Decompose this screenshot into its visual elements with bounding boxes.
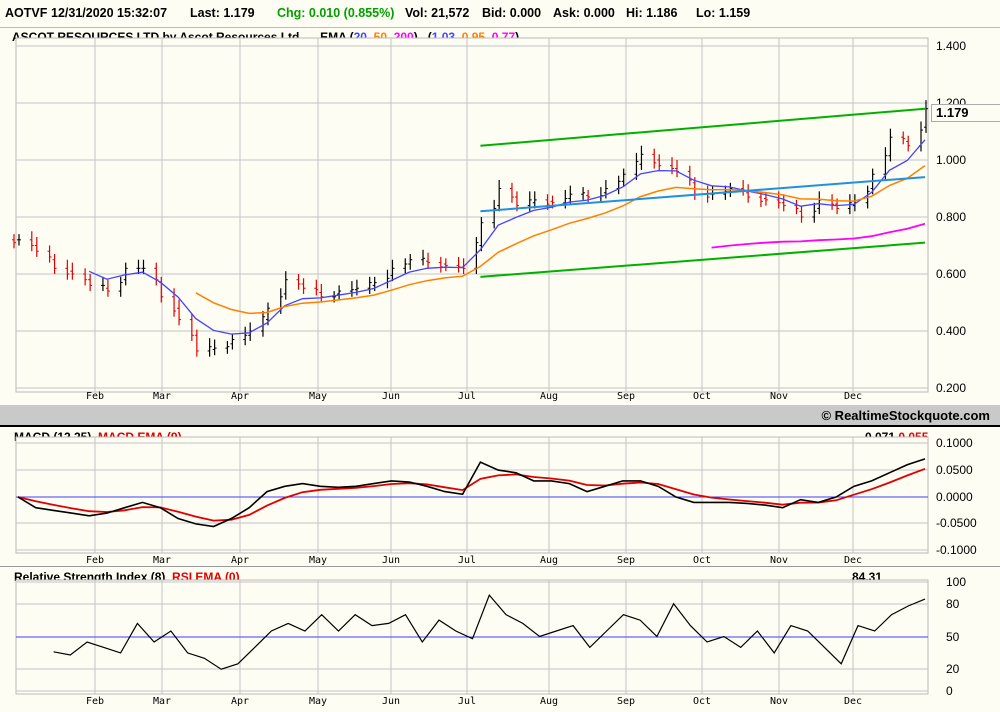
month-label: Mar	[153, 391, 171, 402]
y-tick-label: 50	[946, 630, 960, 644]
y-tick-label: 1.400	[936, 39, 966, 53]
month-label: Feb	[86, 696, 104, 707]
month-label: May	[309, 391, 327, 402]
month-label: Mar	[153, 555, 171, 566]
month-label: Jul	[458, 391, 476, 402]
month-label: Jun	[382, 555, 400, 566]
y-tick-label: 0.800	[936, 210, 966, 224]
y-tick-label: -0.1000	[936, 543, 977, 557]
month-label: Nov	[770, 391, 788, 402]
month-label: Sep	[617, 555, 635, 566]
month-label: Feb	[86, 391, 104, 402]
y-tick-label: 0.600	[936, 267, 966, 281]
month-label: Aug	[540, 696, 558, 707]
month-label: Dec	[844, 555, 862, 566]
month-label: Aug	[540, 555, 558, 566]
plot-area	[15, 37, 929, 393]
y-tick-label: 0	[946, 684, 953, 698]
month-label: Feb	[86, 555, 104, 566]
month-label: Jul	[458, 696, 476, 707]
month-label: Sep	[617, 696, 635, 707]
y-tick-label: 0.1000	[936, 436, 973, 450]
month-label: Jun	[382, 391, 400, 402]
y-tick-label: 0.400	[936, 324, 966, 338]
month-label: Dec	[844, 696, 862, 707]
month-label: Nov	[770, 555, 788, 566]
month-label: May	[309, 696, 327, 707]
month-label: Mar	[153, 696, 171, 707]
month-label: Oct	[693, 555, 711, 566]
month-label: Oct	[693, 696, 711, 707]
y-tick-label: 1.000	[936, 153, 966, 167]
month-label: Jun	[382, 696, 400, 707]
month-label: Apr	[231, 696, 249, 707]
y-tick-label: -0.0500	[936, 516, 977, 530]
month-label: Aug	[540, 391, 558, 402]
y-tick-label: 0.200	[936, 381, 966, 395]
month-label: Oct	[693, 391, 711, 402]
plot-area	[15, 436, 929, 554]
month-label: Dec	[844, 391, 862, 402]
y-tick-label: 0.0000	[936, 490, 973, 504]
month-label: Jul	[458, 555, 476, 566]
y-tick-label: 100	[946, 575, 966, 589]
month-label: May	[309, 555, 327, 566]
y-tick-label: 20	[946, 662, 960, 676]
month-label: Apr	[231, 555, 249, 566]
month-label: Nov	[770, 696, 788, 707]
month-label: Apr	[231, 391, 249, 402]
last-price-marker: 1.179	[931, 104, 1000, 122]
chart-canvas: Feb Mar Apr May Jun Jul Aug Sep Oct Nov Dec 1.400 1.…	[12, 37, 977, 707]
y-tick-label: 0.0500	[936, 463, 973, 477]
month-label: Sep	[617, 391, 635, 402]
y-tick-label: 80	[946, 597, 960, 611]
